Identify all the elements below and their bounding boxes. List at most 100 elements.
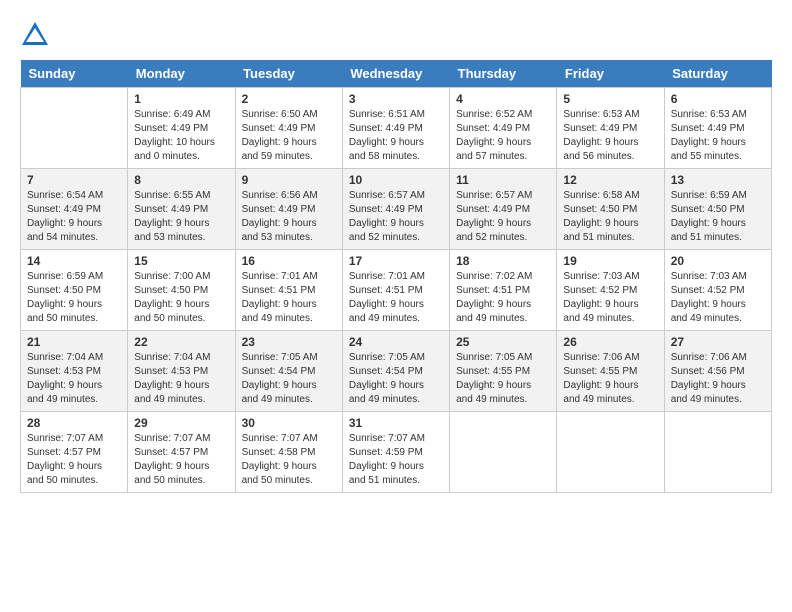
- day-number: 18: [456, 254, 550, 268]
- calendar-cell: [450, 412, 557, 493]
- calendar-week-5: 28 Sunrise: 7:07 AMSunset: 4:57 PMDayligh…: [21, 412, 772, 493]
- calendar-cell: 14Sunrise: 6:59 AMSunset: 4:50 PMDayligh…: [21, 250, 128, 331]
- day-number: 3: [349, 92, 443, 106]
- day-info: Sunrise: 6:57 AMSunset: 4:49 PMDaylight:…: [456, 189, 550, 245]
- day-number: 6: [671, 92, 765, 106]
- calendar-cell: [664, 412, 771, 493]
- calendar-cell: [557, 412, 664, 493]
- day-info: Sunrise: 7:06 AMSunset: 4:56 PMDaylight:…: [671, 351, 765, 407]
- calendar-header-wednesday: Wednesday: [342, 60, 449, 88]
- calendar-cell: 15 Sunrise: 7:00 AMSunset: 4:50 PMDayligh…: [128, 250, 235, 331]
- calendar-cell: 31 Sunrise: 7:07 AMSunset: 4:59 PMDayligh…: [342, 412, 449, 493]
- day-number: 19: [563, 254, 657, 268]
- day-number: 20: [671, 254, 765, 268]
- header: [20, 20, 772, 50]
- calendar-cell: [21, 88, 128, 169]
- day-info: Sunrise: 7:03 AMSunset: 4:52 PMDaylight:…: [563, 270, 657, 326]
- day-number: 14: [27, 254, 121, 268]
- day-info: Sunrise: 7:02 AMSunset: 4:51 PMDaylight:…: [456, 270, 550, 326]
- calendar-header-sunday: Sunday: [21, 60, 128, 88]
- day-number: 5: [563, 92, 657, 106]
- day-info: Sunrise: 6:52 AMSunset: 4:49 PMDaylight:…: [456, 108, 550, 164]
- day-number: 25: [456, 335, 550, 349]
- calendar-cell: 21 Sunrise: 7:04 AMSunset: 4:53 PMDayligh…: [21, 331, 128, 412]
- day-number: 13: [671, 173, 765, 187]
- calendar-cell: 9 Sunrise: 6:56 AMSunset: 4:49 PMDaylight…: [235, 169, 342, 250]
- calendar-cell: 30 Sunrise: 7:07 AMSunset: 4:58 PMDayligh…: [235, 412, 342, 493]
- day-number: 4: [456, 92, 550, 106]
- calendar-header-friday: Friday: [557, 60, 664, 88]
- day-number: 2: [242, 92, 336, 106]
- calendar-week-3: 14Sunrise: 6:59 AMSunset: 4:50 PMDayligh…: [21, 250, 772, 331]
- calendar-cell: 26 Sunrise: 7:06 AMSunset: 4:55 PMDayligh…: [557, 331, 664, 412]
- day-info: Sunrise: 7:00 AMSunset: 4:50 PMDaylight:…: [134, 270, 228, 326]
- calendar-header-monday: Monday: [128, 60, 235, 88]
- calendar-cell: 11 Sunrise: 6:57 AMSunset: 4:49 PMDayligh…: [450, 169, 557, 250]
- day-number: 15: [134, 254, 228, 268]
- calendar-cell: 22 Sunrise: 7:04 AMSunset: 4:53 PMDayligh…: [128, 331, 235, 412]
- day-info: Sunrise: 7:07 AMSunset: 4:59 PMDaylight:…: [349, 432, 443, 488]
- day-info: Sunrise: 7:04 AMSunset: 4:53 PMDaylight:…: [134, 351, 228, 407]
- calendar-cell: 5 Sunrise: 6:53 AMSunset: 4:49 PMDaylight…: [557, 88, 664, 169]
- day-info: Sunrise: 6:49 AMSunset: 4:49 PMDaylight:…: [134, 108, 228, 164]
- day-info: Sunrise: 6:54 AMSunset: 4:49 PMDaylight:…: [27, 189, 121, 245]
- day-number: 8: [134, 173, 228, 187]
- calendar: SundayMondayTuesdayWednesdayThursdayFrid…: [20, 60, 772, 493]
- day-number: 24: [349, 335, 443, 349]
- day-number: 11: [456, 173, 550, 187]
- day-info: Sunrise: 6:59 AMSunset: 4:50 PMDaylight:…: [671, 189, 765, 245]
- day-info: Sunrise: 6:53 AMSunset: 4:49 PMDaylight:…: [671, 108, 765, 164]
- day-number: 23: [242, 335, 336, 349]
- day-number: 26: [563, 335, 657, 349]
- calendar-cell: 1 Sunrise: 6:49 AMSunset: 4:49 PMDaylight…: [128, 88, 235, 169]
- day-info: Sunrise: 7:06 AMSunset: 4:55 PMDaylight:…: [563, 351, 657, 407]
- day-number: 21: [27, 335, 121, 349]
- logo: [20, 20, 54, 50]
- day-info: Sunrise: 7:07 AMSunset: 4:57 PMDaylight:…: [27, 432, 121, 488]
- day-info: Sunrise: 6:57 AMSunset: 4:49 PMDaylight:…: [349, 189, 443, 245]
- calendar-header-thursday: Thursday: [450, 60, 557, 88]
- calendar-cell: 12Sunrise: 6:58 AMSunset: 4:50 PMDayligh…: [557, 169, 664, 250]
- day-info: Sunrise: 6:50 AMSunset: 4:49 PMDaylight:…: [242, 108, 336, 164]
- day-number: 1: [134, 92, 228, 106]
- day-info: Sunrise: 6:51 AMSunset: 4:49 PMDaylight:…: [349, 108, 443, 164]
- calendar-cell: 17 Sunrise: 7:01 AMSunset: 4:51 PMDayligh…: [342, 250, 449, 331]
- day-info: Sunrise: 7:01 AMSunset: 4:51 PMDaylight:…: [242, 270, 336, 326]
- calendar-cell: 7Sunrise: 6:54 AMSunset: 4:49 PMDaylight…: [21, 169, 128, 250]
- calendar-cell: 19 Sunrise: 7:03 AMSunset: 4:52 PMDayligh…: [557, 250, 664, 331]
- calendar-header-tuesday: Tuesday: [235, 60, 342, 88]
- day-number: 22: [134, 335, 228, 349]
- day-number: 28: [27, 416, 121, 430]
- day-info: Sunrise: 6:53 AMSunset: 4:49 PMDaylight:…: [563, 108, 657, 164]
- calendar-cell: 20 Sunrise: 7:03 AMSunset: 4:52 PMDayligh…: [664, 250, 771, 331]
- calendar-cell: 23 Sunrise: 7:05 AMSunset: 4:54 PMDayligh…: [235, 331, 342, 412]
- day-info: Sunrise: 7:07 AMSunset: 4:58 PMDaylight:…: [242, 432, 336, 488]
- day-number: 30: [242, 416, 336, 430]
- calendar-cell: 18 Sunrise: 7:02 AMSunset: 4:51 PMDayligh…: [450, 250, 557, 331]
- day-info: Sunrise: 7:01 AMSunset: 4:51 PMDaylight:…: [349, 270, 443, 326]
- calendar-cell: 27Sunrise: 7:06 AMSunset: 4:56 PMDayligh…: [664, 331, 771, 412]
- day-info: Sunrise: 7:03 AMSunset: 4:52 PMDaylight:…: [671, 270, 765, 326]
- calendar-cell: 4 Sunrise: 6:52 AMSunset: 4:49 PMDaylight…: [450, 88, 557, 169]
- calendar-cell: 28 Sunrise: 7:07 AMSunset: 4:57 PMDayligh…: [21, 412, 128, 493]
- day-info: Sunrise: 7:05 AMSunset: 4:55 PMDaylight:…: [456, 351, 550, 407]
- calendar-cell: 29 Sunrise: 7:07 AMSunset: 4:57 PMDayligh…: [128, 412, 235, 493]
- day-number: 12: [563, 173, 657, 187]
- calendar-cell: 24Sunrise: 7:05 AMSunset: 4:54 PMDayligh…: [342, 331, 449, 412]
- day-number: 29: [134, 416, 228, 430]
- day-number: 9: [242, 173, 336, 187]
- calendar-cell: 3 Sunrise: 6:51 AMSunset: 4:49 PMDaylight…: [342, 88, 449, 169]
- calendar-header-saturday: Saturday: [664, 60, 771, 88]
- day-info: Sunrise: 7:05 AMSunset: 4:54 PMDaylight:…: [242, 351, 336, 407]
- day-number: 31: [349, 416, 443, 430]
- day-number: 17: [349, 254, 443, 268]
- calendar-week-1: 1 Sunrise: 6:49 AMSunset: 4:49 PMDaylight…: [21, 88, 772, 169]
- logo-icon: [20, 20, 50, 50]
- day-info: Sunrise: 7:04 AMSunset: 4:53 PMDaylight:…: [27, 351, 121, 407]
- day-number: 16: [242, 254, 336, 268]
- day-number: 10: [349, 173, 443, 187]
- day-info: Sunrise: 6:55 AMSunset: 4:49 PMDaylight:…: [134, 189, 228, 245]
- day-info: Sunrise: 6:56 AMSunset: 4:49 PMDaylight:…: [242, 189, 336, 245]
- day-info: Sunrise: 7:07 AMSunset: 4:57 PMDaylight:…: [134, 432, 228, 488]
- calendar-cell: 2 Sunrise: 6:50 AMSunset: 4:49 PMDaylight…: [235, 88, 342, 169]
